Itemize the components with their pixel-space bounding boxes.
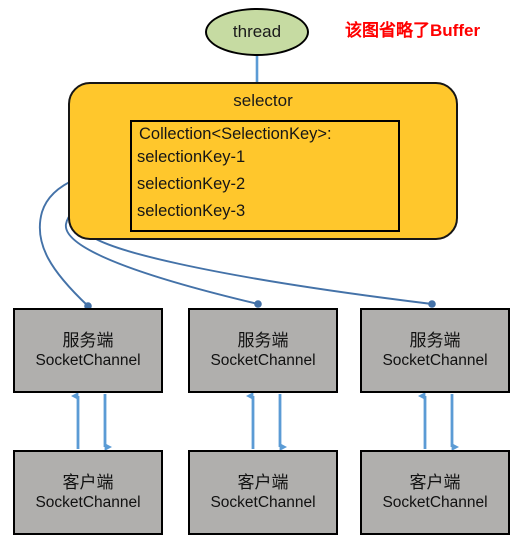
selector-box[interactable]: selector Collection<SelectionKey>: selec… xyxy=(68,82,458,240)
client-channel-box[interactable]: 客户端 SocketChannel xyxy=(13,450,163,535)
client-channel-box[interactable]: 客户端 SocketChannel xyxy=(188,450,338,535)
wire-endpoint-server2 xyxy=(254,300,262,308)
client-subtitle: SocketChannel xyxy=(210,494,316,512)
selection-key-collection: Collection<SelectionKey>: selectionKey-1… xyxy=(130,120,400,232)
selection-key-item[interactable]: selectionKey-2 xyxy=(137,175,245,194)
client-title: 客户端 xyxy=(62,472,114,492)
client-title: 客户端 xyxy=(237,472,289,492)
server-title: 服务端 xyxy=(409,330,461,350)
server-subtitle: SocketChannel xyxy=(210,352,316,370)
server-channel-box[interactable]: 服务端 SocketChannel xyxy=(188,308,338,393)
selection-key-item[interactable]: selectionKey-1 xyxy=(137,148,245,167)
buffer-omitted-note: 该图省略了Buffer xyxy=(345,21,481,40)
diagram-canvas: thread 该图省略了Buffer selector Collection<S… xyxy=(0,0,522,551)
client-channel-box[interactable]: 客户端 SocketChannel xyxy=(360,450,510,535)
server-channel-box[interactable]: 服务端 SocketChannel xyxy=(360,308,510,393)
client-subtitle: SocketChannel xyxy=(382,494,488,512)
server-channel-box[interactable]: 服务端 SocketChannel xyxy=(13,308,163,393)
server-subtitle: SocketChannel xyxy=(35,352,141,370)
collection-header: Collection<SelectionKey>: xyxy=(139,125,332,143)
client-title: 客户端 xyxy=(409,472,461,492)
server-subtitle: SocketChannel xyxy=(382,352,488,370)
wire-endpoint-server3 xyxy=(428,300,436,308)
thread-label: thread xyxy=(232,22,282,41)
thread-node[interactable]: thread xyxy=(205,8,309,56)
server-title: 服务端 xyxy=(62,330,114,350)
selection-key-item[interactable]: selectionKey-3 xyxy=(137,202,245,221)
client-subtitle: SocketChannel xyxy=(35,494,141,512)
selector-label: selector xyxy=(233,91,293,110)
server-title: 服务端 xyxy=(237,330,289,350)
